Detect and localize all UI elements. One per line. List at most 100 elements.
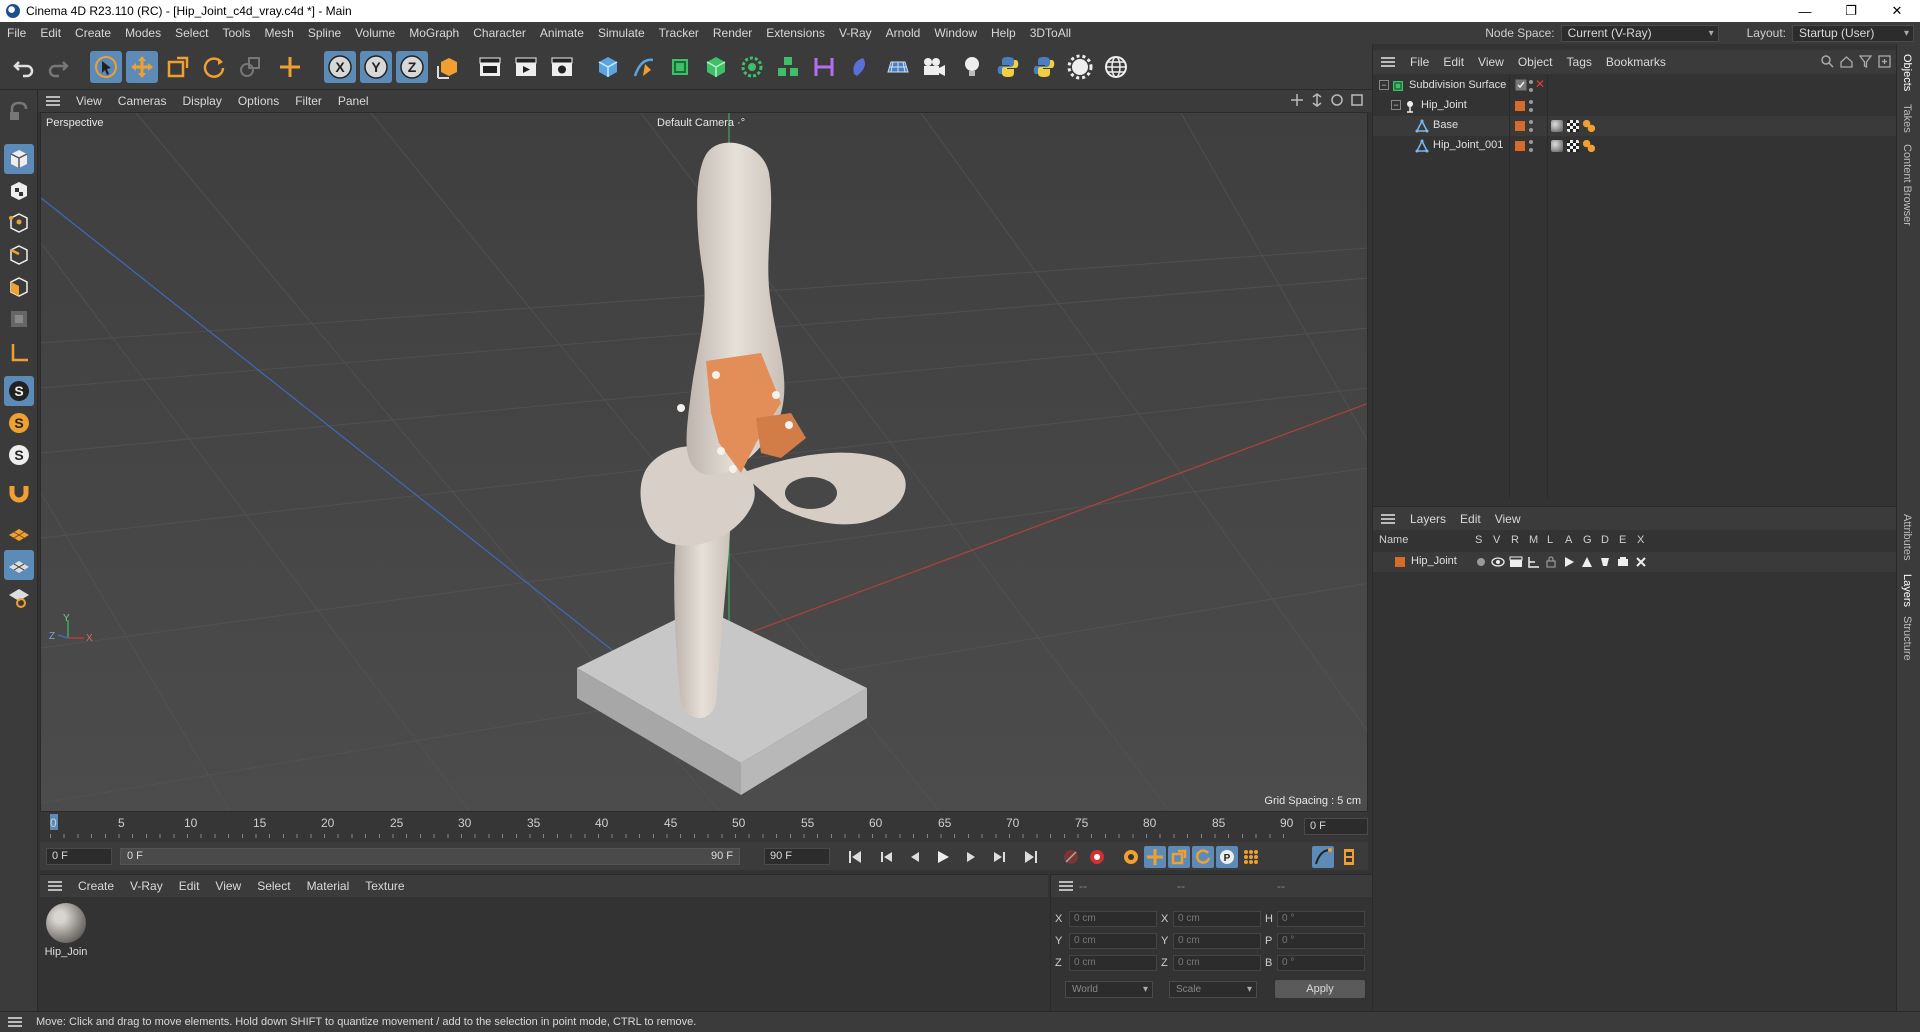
disable-toggle-icon[interactable]: ✕ xyxy=(1535,77,1545,91)
mat-menu-create[interactable]: Create xyxy=(70,879,122,893)
uv-mode-button[interactable] xyxy=(4,304,34,334)
vp-menu-view[interactable]: View xyxy=(68,90,110,112)
autokey-button[interactable] xyxy=(1086,846,1108,868)
menu-arnold[interactable]: Arnold xyxy=(879,22,928,44)
menu-volume[interactable]: Volume xyxy=(348,22,402,44)
rot-h-field[interactable]: 0 ° xyxy=(1277,911,1365,927)
pos-x-field[interactable]: 0 cm xyxy=(1069,911,1157,927)
texture-mode-button[interactable] xyxy=(4,176,34,206)
menu-3dtoall[interactable]: 3DToAll xyxy=(1023,22,1078,44)
play-button[interactable] xyxy=(932,846,954,868)
axis-mode-button[interactable] xyxy=(4,338,34,368)
menu-help[interactable]: Help xyxy=(984,22,1023,44)
key-parameter-button[interactable]: P xyxy=(1216,846,1238,868)
mat-menu-edit[interactable]: Edit xyxy=(171,879,208,893)
close-button[interactable]: ✕ xyxy=(1874,0,1920,22)
obj-menu-edit[interactable]: Edit xyxy=(1436,55,1471,69)
timeline-ruler[interactable]: 0 5 10 15 20 25 30 35 40 45 50 55 60 65 … xyxy=(40,812,1368,842)
menu-animate[interactable]: Animate xyxy=(533,22,591,44)
expressions-icon[interactable] xyxy=(1617,556,1629,568)
pos-y-field[interactable]: 0 cm xyxy=(1069,933,1157,949)
object-row-hip-joint[interactable]: − Hip_Joint xyxy=(1373,96,1897,116)
pen-spline-button[interactable] xyxy=(628,51,660,83)
layer-color-swatch[interactable] xyxy=(1515,121,1525,131)
deformers-icon[interactable] xyxy=(1599,556,1611,568)
eye-icon[interactable] xyxy=(1491,556,1505,568)
move-tool-button[interactable] xyxy=(126,51,158,83)
render-clapper-icon[interactable] xyxy=(1509,556,1523,568)
edges-mode-button[interactable] xyxy=(4,240,34,270)
render-view-button[interactable] xyxy=(474,51,506,83)
vray-settings-button[interactable] xyxy=(1064,51,1096,83)
menu-tools[interactable]: Tools xyxy=(215,22,257,44)
go-to-end-button[interactable] xyxy=(1020,846,1042,868)
menu-spline[interactable]: Spline xyxy=(301,22,348,44)
maximize-view-icon[interactable] xyxy=(1350,93,1364,107)
render-settings-button[interactable] xyxy=(546,51,578,83)
vray-globe-button[interactable] xyxy=(1100,51,1132,83)
visibility-dots[interactable] xyxy=(1529,120,1533,132)
obj-menu-object[interactable]: Object xyxy=(1511,55,1560,69)
lock-icon[interactable] xyxy=(1545,556,1557,568)
make-editable-button[interactable] xyxy=(4,96,34,126)
model-mode-button[interactable] xyxy=(4,144,34,174)
undo-button[interactable] xyxy=(8,51,40,83)
rotate-tool-button[interactable] xyxy=(198,51,230,83)
tab-content-browser[interactable]: Content Browser xyxy=(1901,144,1913,226)
search-icon[interactable] xyxy=(1821,55,1834,68)
material-swatch[interactable]: Hip_Join xyxy=(44,903,88,963)
y-axis-button[interactable]: Y xyxy=(360,51,392,83)
workplane-snap-button[interactable]: S xyxy=(4,408,34,438)
collapse-toggle[interactable]: − xyxy=(1379,80,1389,90)
zoom-view-icon[interactable] xyxy=(1310,93,1324,107)
material-menu-icon[interactable] xyxy=(48,881,62,891)
menu-simulate[interactable]: Simulate xyxy=(591,22,652,44)
apply-button[interactable]: Apply xyxy=(1275,980,1365,998)
mat-menu-material[interactable]: Material xyxy=(299,879,358,893)
python-script-button[interactable] xyxy=(992,51,1024,83)
layer-color-swatch[interactable] xyxy=(1515,141,1525,151)
recent-tools-button[interactable] xyxy=(234,51,266,83)
previous-key-button[interactable] xyxy=(876,846,898,868)
redo-button[interactable] xyxy=(42,51,74,83)
rot-b-field[interactable]: 0 ° xyxy=(1277,955,1365,971)
next-frame-button[interactable] xyxy=(960,846,982,868)
filter-icon[interactable] xyxy=(1859,55,1872,68)
objects-menu-icon[interactable] xyxy=(1381,57,1395,67)
obj-menu-bookmarks[interactable]: Bookmarks xyxy=(1599,55,1673,69)
menu-file[interactable]: File xyxy=(0,22,33,44)
magnet-button[interactable] xyxy=(4,478,34,508)
coordinate-system-button[interactable] xyxy=(432,51,464,83)
object-row-hip-joint-001[interactable]: Hip_Joint_001 xyxy=(1373,136,1897,156)
minimize-button[interactable]: — xyxy=(1782,0,1828,22)
node-space-dropdown[interactable]: Current (V-Ray) xyxy=(1560,24,1719,42)
planar-workplane-button[interactable] xyxy=(4,582,34,612)
menu-extensions[interactable]: Extensions xyxy=(759,22,832,44)
menu-mograph[interactable]: MoGraph xyxy=(402,22,466,44)
cloner-button[interactable] xyxy=(772,51,804,83)
new-window-icon[interactable] xyxy=(1878,55,1891,68)
obj-menu-view[interactable]: View xyxy=(1471,55,1511,69)
mat-menu-view[interactable]: View xyxy=(207,879,249,893)
texture-tag-icon[interactable] xyxy=(1567,120,1579,132)
start-frame-field[interactable]: 0 F xyxy=(46,848,112,865)
deformer-button[interactable] xyxy=(808,51,840,83)
solo-toggle[interactable] xyxy=(1477,558,1485,566)
timeline-window-button[interactable] xyxy=(1338,846,1360,868)
coords-menu-icon[interactable] xyxy=(1059,881,1073,891)
collapse-toggle[interactable]: − xyxy=(1391,100,1401,110)
previous-frame-button[interactable] xyxy=(904,846,926,868)
floor-button[interactable] xyxy=(882,51,914,83)
interpolation-button[interactable] xyxy=(1312,846,1334,868)
manager-hierarchy-icon[interactable] xyxy=(1527,556,1541,568)
snap-button[interactable]: S xyxy=(4,376,34,406)
tab-attributes[interactable]: Attributes xyxy=(1901,514,1913,560)
render-to-picture-viewer-button[interactable] xyxy=(510,51,542,83)
vp-menu-cameras[interactable]: Cameras xyxy=(110,90,175,112)
viewport-camera-name[interactable]: Default Camera ·° xyxy=(657,117,745,129)
x-axis-button[interactable]: X xyxy=(324,51,356,83)
array-button[interactable] xyxy=(736,51,768,83)
visibility-dots[interactable] xyxy=(1529,80,1533,92)
home-icon[interactable] xyxy=(1840,55,1853,68)
layout-dropdown[interactable]: Startup (User) xyxy=(1792,24,1914,42)
